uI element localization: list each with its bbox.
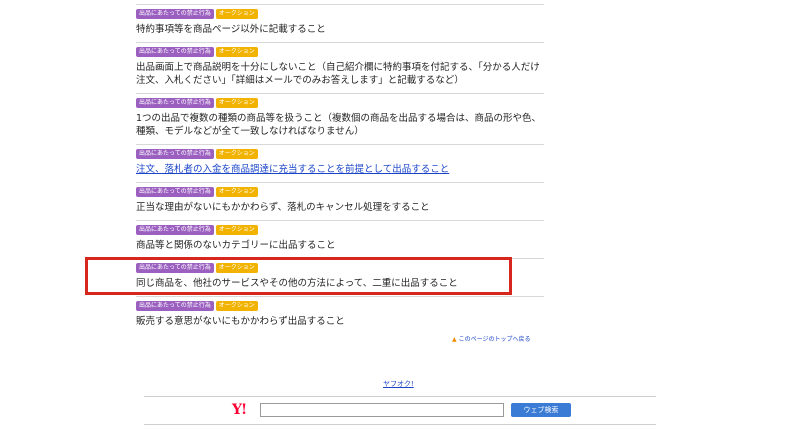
option-tag: オークション [215, 225, 258, 235]
footer-divider [144, 396, 656, 397]
prohibited-tag: 出品にあたっての禁止行為 [136, 9, 214, 19]
prohibited-tag: 出品にあたっての禁止行為 [136, 301, 214, 311]
yahoo-logo[interactable]: Y! [232, 402, 247, 418]
web-search-button[interactable]: ウェブ検索 [511, 403, 571, 417]
page-top-link[interactable]: ▲ このページのトップへ戻る [452, 334, 531, 343]
option-tag: オークション [215, 98, 258, 108]
list-item: 出品にあたっての禁止行為 オークション 特約事項等を商品ページ以外に記載すること [136, 4, 544, 43]
tag-row: 出品にあたっての禁止行為 オークション [136, 9, 544, 20]
prohibited-tag: 出品にあたっての禁止行為 [136, 149, 214, 159]
tag-row: 出品にあたっての禁止行為 オークション [136, 98, 544, 109]
option-tag: オークション [215, 149, 258, 159]
list-item: 出品にあたっての禁止行為 オークション 出品画面上で商品説明を十分にしないこと（自… [136, 43, 544, 94]
tag-row: 出品にあたっての禁止行為 オークション [136, 187, 544, 198]
option-tag: オークション [215, 187, 258, 197]
list-item: 出品にあたっての禁止行為 オークション 販売する意思がないにもかかわらず出品するこ… [136, 297, 544, 334]
search-input[interactable] [260, 403, 504, 417]
rule-text: 商品等と関係のないカテゴリーに出品すること [136, 240, 336, 251]
prohibited-tag: 出品にあたっての禁止行為 [136, 187, 214, 197]
tag-row: 出品にあたっての禁止行為 オークション [136, 149, 544, 160]
option-tag: オークション [215, 47, 258, 57]
prohibited-tag: 出品にあたっての禁止行為 [136, 225, 214, 235]
tag-row: 出品にあたっての禁止行為 オークション [136, 47, 544, 58]
prohibited-tag: 出品にあたっての禁止行為 [136, 98, 214, 108]
highlight-box [85, 257, 512, 295]
list-item: 出品にあたっての禁止行為 オークション 注文、落札者の入金を商品調達に充当すること… [136, 145, 544, 183]
tag-row: 出品にあたっての禁止行為 オークション [136, 301, 544, 312]
rule-link[interactable]: 注文、落札者の入金を商品調達に充当することを前提として出品すること [136, 163, 544, 176]
search-bar: Y! ウェブ検索 [232, 402, 572, 420]
triangle-up-icon: ▲ [452, 336, 457, 343]
option-tag: オークション [215, 9, 258, 19]
list-item: 出品にあたっての禁止行為 オークション 正当な理由がないにもかかわらず、落札のキャ… [136, 183, 544, 221]
rule-text: 出品画面上で商品説明を十分にしないこと（自己紹介欄に特約事項を付記する、「分かる… [136, 62, 540, 86]
rule-text: 正当な理由がないにもかかわらず、落札のキャンセル処理をすること [136, 202, 430, 213]
rule-text: 特約事項等を商品ページ以外に記載すること [136, 24, 326, 35]
prohibited-tag: 出品にあたっての禁止行為 [136, 47, 214, 57]
rule-text: 1つの出品で複数の種類の商品等を扱うこと（複数個の商品を出品する場合は、商品の形… [136, 113, 542, 137]
rule-text: 販売する意思がないにもかかわらず出品すること [136, 316, 345, 327]
option-tag: オークション [215, 301, 258, 311]
list-item: 出品にあたっての禁止行為 オークション 商品等と関係のないカテゴリーに出品すること [136, 221, 544, 259]
list-item: 出品にあたっての禁止行為 オークション 1つの出品で複数の種類の商品等を扱うこと（… [136, 94, 544, 145]
page-top-link-label: このページのトップへ戻る [458, 336, 531, 343]
tag-row: 出品にあたっての禁止行為 オークション [136, 225, 544, 236]
yahuoku-link[interactable]: ヤフオク! [383, 379, 414, 389]
footer-divider [144, 424, 656, 425]
